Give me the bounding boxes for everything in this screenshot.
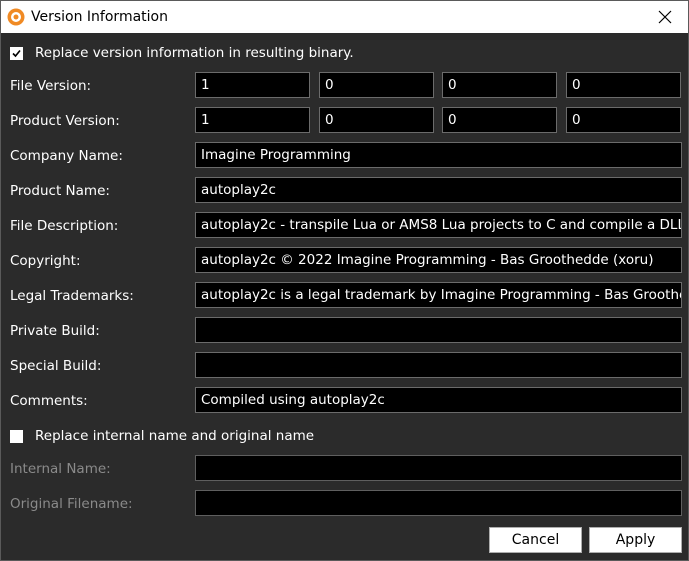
product-version-revision-input[interactable]: 0 [566,107,681,133]
file-version-major-input[interactable]: 1 [195,72,310,98]
original-filename-input[interactable] [195,490,682,516]
product-version-minor-input[interactable]: 0 [319,107,434,133]
cancel-button[interactable]: Cancel [489,527,582,553]
comments-input[interactable]: Compiled using autoplay2c [195,387,682,413]
file-description-input[interactable]: autoplay2c - transpile Lua or AMS8 Lua p… [195,212,682,238]
private-build-label: Private Build: [10,323,100,339]
file-version-revision-input[interactable]: 0 [566,72,681,98]
replace-version-label[interactable]: Replace version information in resulting… [35,43,354,63]
private-build-input[interactable] [195,317,682,343]
special-build-label: Special Build: [10,358,102,374]
product-name-input[interactable]: autoplay2c [195,177,682,203]
product-name-label: Product Name: [10,183,110,199]
window-title: Version Information [31,9,168,25]
original-filename-label: Original Filename: [10,496,133,512]
internal-name-input[interactable] [195,455,682,481]
copyright-label: Copyright: [10,253,81,269]
internal-name-label: Internal Name: [10,461,111,477]
company-name-label: Company Name: [10,148,123,164]
file-description-label: File Description: [10,218,119,234]
replace-internal-label[interactable]: Replace internal name and original name [35,426,314,446]
replace-internal-checkbox[interactable] [10,430,23,443]
autoplay-disc-icon [7,8,25,26]
legal-trademarks-label: Legal Trademarks: [10,288,134,304]
checkmark-icon [12,49,21,58]
company-name-input[interactable]: Imagine Programming [195,142,682,168]
product-version-major-input[interactable]: 1 [195,107,310,133]
special-build-input[interactable] [195,352,682,378]
legal-trademarks-input[interactable]: autoplay2c is a legal trademark by Imagi… [195,282,682,308]
copyright-input[interactable]: autoplay2c © 2022 Imagine Programming - … [195,247,682,273]
file-version-minor-input[interactable]: 0 [319,72,434,98]
replace-version-checkbox[interactable] [10,47,23,60]
close-button[interactable] [642,1,688,33]
close-icon [658,10,672,24]
comments-label: Comments: [10,393,88,409]
file-version-build-input[interactable]: 0 [442,72,557,98]
title-bar: Version Information [1,1,688,33]
product-version-build-input[interactable]: 0 [442,107,557,133]
file-version-label: File Version: [10,78,92,94]
product-version-label: Product Version: [10,113,120,129]
version-information-dialog: Version Information Replace version info… [0,0,689,561]
apply-button[interactable]: Apply [589,527,682,553]
